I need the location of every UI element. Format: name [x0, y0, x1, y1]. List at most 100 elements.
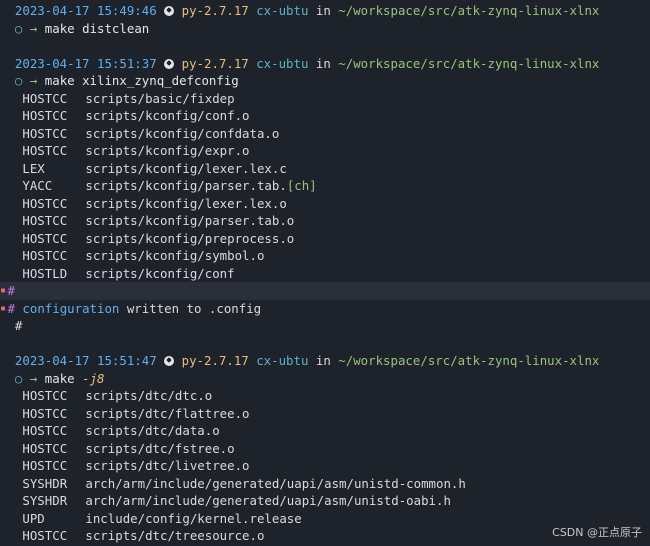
output-line: SYSHDR arch/arm/include/generated/uapi/as…: [0, 475, 650, 493]
in-word: in: [315, 55, 331, 71]
output-line: HOSTCC scripts/kconfig/expr.o: [0, 142, 650, 160]
output-text: arch/arm/include/generated/uapi/asm/unis…: [85, 475, 466, 491]
output-line: HOSTCC scripts/dtc/dtc.o: [0, 387, 650, 405]
output-tag: HOSTCC: [22, 125, 68, 141]
output-text: scripts/kconfig/preprocess.o: [85, 230, 295, 246]
output-tag: HOSTCC: [22, 90, 68, 106]
cwd-path: ~/workspace/src/atk-zynq-linux-xlnx: [338, 353, 600, 368]
output-line: HOSTCC scripts/kconfig/symbol.o: [0, 247, 650, 265]
output-text: scripts/dtc/fstree.o: [85, 440, 235, 456]
terminal-window[interactable]: 2023-04-17 15:49:46 py-2.7.17 cx-ubtu in…: [0, 0, 650, 546]
cwd-path: ~/workspace/src/atk-zynq-linux-xlnx: [338, 55, 600, 71]
output-tag: HOSTCC: [22, 405, 68, 421]
output-text: scripts/dtc/livetree.o: [85, 458, 250, 473]
output-line: SYSHDR arch/arm/include/generated/uapi/as…: [0, 492, 650, 510]
python-env: py-2.7.17: [181, 55, 249, 71]
output-text: scripts/kconfig/symbol.o: [85, 248, 265, 263]
config-hash: #: [14, 318, 23, 333]
output-text: scripts/dtc/flattree.o: [85, 405, 250, 421]
hostname: cx-ubtu: [256, 55, 309, 71]
output-tag: UPD: [22, 510, 45, 526]
prompt-timestamp: 2023-04-17 15:49:46: [14, 3, 157, 18]
output-tag: HOSTCC: [22, 143, 68, 158]
output-text: scripts/kconfig/lexer.lex.c: [85, 160, 287, 176]
circle-icon: ○: [14, 370, 23, 386]
config-message: written to .config: [119, 300, 262, 316]
output-text: scripts/kconfig/parser.tab.: [85, 178, 287, 193]
output-tag: HOSTCC: [22, 108, 68, 123]
output-line: HOSTCC scripts/dtc/livetree.o: [0, 457, 650, 475]
circle-icon: ○: [14, 73, 23, 88]
output-text: scripts/dtc/dtc.o: [85, 388, 213, 403]
output-line: HOSTCC scripts/basic/fixdep: [0, 90, 650, 108]
output-text: scripts/kconfig/parser.tab.o: [85, 213, 295, 228]
output-line: HOSTCC scripts/dtc/data.o: [0, 422, 650, 440]
prompt-timestamp: 2023-04-17 15:51:37: [14, 55, 157, 71]
prompt-header-2: 2023-04-17 15:51:37 py-2.7.17 cx-ubtu in…: [0, 55, 650, 73]
gutter-marker-icon: ▪: [0, 285, 7, 296]
output-text: scripts/kconfig/conf: [85, 265, 235, 281]
output-tag: HOSTCC: [22, 213, 68, 228]
output-line: LEX scripts/kconfig/lexer.lex.c: [0, 160, 650, 178]
output-text: scripts/dtc/data.o: [85, 423, 220, 438]
output-tag: YACC: [22, 178, 53, 193]
output-text: scripts/dtc/treesource.o: [85, 528, 265, 543]
output-text: scripts/kconfig/confdata.o: [85, 125, 280, 141]
output-text: scripts/kconfig/expr.o: [85, 143, 250, 158]
output-line: HOSTCC scripts/dtc/flattree.o: [0, 405, 650, 423]
output-tag: HOSTLD: [22, 265, 68, 281]
config-hash: #: [7, 283, 15, 298]
output-line: HOSTCC scripts/kconfig/lexer.lex.o: [0, 195, 650, 213]
output-line: HOSTCC scripts/kconfig/conf.o: [0, 107, 650, 125]
hostname: cx-ubtu: [256, 353, 309, 368]
output-line: HOSTCC scripts/dtc/fstree.o: [0, 440, 650, 458]
gutter-marker-icon: ▪: [0, 302, 7, 314]
output-tag: HOSTCC: [22, 528, 68, 543]
command-flag: -j8: [82, 370, 105, 386]
prompt-command-2: ○ → make xilinx_zynq_defconfig: [0, 72, 650, 90]
circle-icon: ○: [14, 20, 23, 36]
output-text: scripts/kconfig/lexer.lex.o: [85, 195, 287, 211]
output-text: include/config/kernel.release: [85, 510, 302, 526]
in-word: in: [315, 353, 331, 368]
arrow-icon: →: [29, 20, 38, 36]
output-tag: HOSTCC: [22, 423, 68, 438]
output-line: HOSTLD scripts/kconfig/conf: [0, 265, 650, 283]
config-word: configuration: [22, 300, 120, 316]
python-env: py-2.7.17: [181, 3, 249, 18]
command-text: make xilinx_zynq_defconfig: [44, 73, 239, 88]
output-line: HOSTCC scripts/kconfig/parser.tab.o: [0, 212, 650, 230]
output-tag: SYSHDR: [22, 475, 68, 491]
output-tag: HOSTCC: [22, 248, 68, 263]
output-tag: HOSTCC: [22, 230, 68, 246]
python-icon: [164, 58, 175, 69]
output-tag: SYSHDR: [22, 493, 68, 508]
config-message-line: ▪ # configuration written to .config: [0, 300, 650, 318]
output-text: scripts/kconfig/conf.o: [85, 108, 250, 123]
python-icon: [164, 356, 175, 366]
output-line: HOSTCC scripts/kconfig/preprocess.o: [0, 230, 650, 248]
prompt-command-3: ○ → make -j8: [0, 370, 650, 388]
config-hash-line: ▪ #: [0, 282, 650, 300]
watermark: CSDN @正点原子: [552, 526, 642, 539]
config-hash-line: #: [0, 317, 650, 335]
arrow-icon: →: [29, 73, 38, 88]
prompt-timestamp: 2023-04-17 15:51:47: [14, 353, 157, 368]
config-hash: #: [7, 300, 15, 316]
python-icon: [164, 6, 175, 16]
python-env: py-2.7.17: [181, 353, 249, 368]
output-bracket: [ch]: [286, 178, 317, 193]
command-text: make: [44, 370, 75, 386]
output-text: scripts/basic/fixdep: [85, 90, 235, 106]
prompt-header-3: 2023-04-17 15:51:47 py-2.7.17 cx-ubtu in…: [0, 352, 650, 370]
output-text: arch/arm/include/generated/uapi/asm/unis…: [85, 493, 451, 508]
output-tag: LEX: [22, 160, 45, 176]
output-line: HOSTCC scripts/kconfig/confdata.o: [0, 125, 650, 143]
output-tag: HOSTCC: [22, 195, 68, 211]
arrow-icon: →: [29, 370, 38, 386]
cwd-path: ~/workspace/src/atk-zynq-linux-xlnx: [338, 3, 600, 18]
command-text: make distclean: [44, 20, 150, 36]
output-tag: HOSTCC: [22, 388, 68, 403]
output-line: YACC scripts/kconfig/parser.tab.[ch]: [0, 177, 650, 195]
in-word: in: [315, 3, 331, 18]
